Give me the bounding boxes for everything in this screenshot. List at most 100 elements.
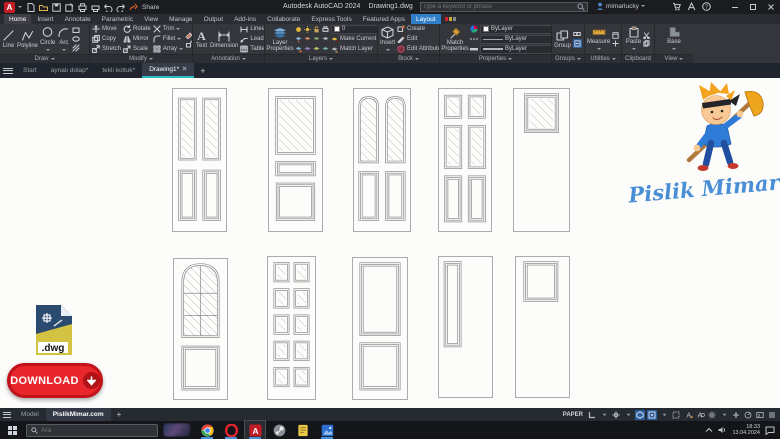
layer-plot-icon[interactable] — [322, 26, 329, 33]
ribbon-tab-parametric[interactable]: Parametric — [97, 14, 138, 24]
file-tab-menu-icon[interactable] — [0, 63, 16, 78]
ribbon-tab-annotate[interactable]: Annotate — [60, 14, 96, 24]
array-button[interactable]: Array — [153, 45, 183, 54]
match-properties-button[interactable]: Match Properties — [442, 26, 468, 52]
layout-menu-icon[interactable] — [0, 412, 14, 418]
polyline-button[interactable]: Polyline — [17, 29, 38, 49]
autocad-logo-icon[interactable]: A — [4, 2, 15, 13]
taskbar-search[interactable] — [26, 424, 158, 437]
cart-icon[interactable] — [672, 2, 681, 11]
mirror-button[interactable]: Mirror — [123, 35, 151, 44]
lineweight-dropdown[interactable]: ByLayer — [480, 45, 551, 54]
help-search-box[interactable] — [420, 2, 588, 12]
panel-name-annotation[interactable]: Annotation — [193, 54, 264, 63]
insert-button[interactable]: Insert — [380, 26, 395, 53]
autocad-icon[interactable]: A — [245, 421, 265, 439]
ribbon-tab-add-ins[interactable]: Add-ins — [229, 14, 261, 24]
chevron-down-icon[interactable] — [177, 38, 181, 42]
notes-icon[interactable] — [293, 421, 313, 439]
help-search-input[interactable] — [423, 4, 575, 10]
panel-name-draw[interactable]: Draw — [0, 54, 89, 63]
opera-icon[interactable] — [221, 421, 241, 439]
quick-calc-icon[interactable] — [612, 32, 619, 39]
scale-button[interactable]: Scale — [123, 45, 151, 54]
table-button[interactable]: Table — [240, 45, 264, 54]
copy-button[interactable]: Copy — [92, 35, 121, 44]
new-layout-button[interactable]: + — [111, 410, 128, 419]
photos-icon[interactable] — [317, 421, 337, 439]
new-file-icon[interactable] — [25, 2, 35, 12]
chevron-down-icon[interactable] — [597, 48, 601, 52]
linetype-dropdown[interactable]: ByLayer — [480, 35, 551, 44]
caret[interactable] — [719, 410, 729, 420]
chevron-down-icon[interactable] — [672, 48, 676, 52]
print-icon[interactable] — [90, 2, 100, 12]
graphics-performance-icon[interactable] — [743, 410, 753, 420]
group-button[interactable]: Group — [554, 30, 571, 49]
ribbon-tab-view[interactable]: View — [139, 14, 163, 24]
ellipse-icon[interactable] — [72, 35, 80, 43]
drawing-canvas[interactable]: Pislik Mimar .dwg DOWNLOAD — [0, 78, 780, 408]
maximize-button[interactable] — [744, 0, 762, 14]
new-drawing-tab-button[interactable]: + — [194, 63, 211, 78]
ribbon-tab-manage[interactable]: Manage — [164, 14, 198, 24]
chevron-down-icon[interactable] — [179, 48, 183, 52]
chevron-down-icon[interactable] — [62, 49, 66, 53]
edit-block-button[interactable]: Edit — [397, 35, 439, 44]
autodesk-account-icon[interactable] — [687, 2, 696, 11]
caret[interactable] — [599, 410, 609, 420]
ungroup-icon[interactable] — [573, 30, 582, 38]
match-layer-button[interactable]: Match Layer — [295, 45, 377, 54]
model-tab[interactable]: Model — [14, 408, 46, 421]
file-tab-tekli-koltuk-[interactable]: tekli koltuk* — [95, 63, 142, 78]
volume-icon[interactable] — [718, 426, 727, 434]
erase-icon[interactable] — [185, 31, 192, 39]
layer-dropdown[interactable]: 0 — [331, 25, 377, 34]
add-icon[interactable] — [731, 410, 741, 420]
help-icon[interactable]: ? — [702, 2, 711, 11]
osnap-icon[interactable] — [647, 410, 657, 420]
ribbon-tab-layout[interactable]: Layout — [411, 14, 441, 24]
layout-tab[interactable]: PislikMimar.com — [46, 408, 111, 421]
download-button[interactable]: DOWNLOAD — [7, 363, 103, 398]
chevron-up-icon[interactable] — [705, 427, 713, 433]
plot-icon[interactable] — [77, 2, 87, 12]
panel-name-layers[interactable]: Layers — [265, 54, 377, 63]
search-icon[interactable] — [577, 3, 585, 11]
caret[interactable] — [623, 410, 633, 420]
taskbar-thumbnail-image[interactable] — [163, 423, 191, 437]
file-tab-start[interactable]: Start — [16, 63, 44, 78]
circle-button[interactable]: Circle — [40, 26, 55, 53]
rotate-button[interactable]: Rotate — [123, 25, 151, 34]
ribbon-extra-icon[interactable] — [445, 14, 457, 24]
layer-properties-button[interactable]: Layer Properties — [267, 27, 293, 52]
edit-attributes-button[interactable]: Edit Attributes — [397, 45, 439, 54]
signed-in-user[interactable]: mimarlucky — [596, 2, 645, 10]
share-label[interactable]: Share — [142, 4, 159, 11]
create-block-button[interactable]: Create — [397, 25, 439, 34]
chevron-down-icon[interactable] — [176, 28, 180, 32]
panel-name-view[interactable]: View — [655, 54, 693, 63]
make-current-button[interactable]: Make Current — [295, 35, 377, 44]
chevron-down-icon[interactable] — [386, 49, 390, 53]
chevron-down-icon[interactable] — [641, 5, 645, 9]
measure-button[interactable]: Measure — [587, 26, 610, 52]
redo-icon[interactable] — [116, 2, 126, 12]
rectangle-icon[interactable] — [72, 26, 80, 34]
line-button[interactable]: Line — [2, 29, 15, 49]
text-button[interactable]: A Text — [195, 29, 208, 49]
save-icon[interactable] — [51, 2, 61, 12]
close-button[interactable] — [762, 0, 780, 14]
ucs-icon[interactable] — [587, 410, 597, 420]
menu-icon[interactable] — [767, 410, 777, 420]
color-dropdown[interactable]: ByLayer — [480, 25, 551, 34]
settings-gear-icon[interactable] — [707, 410, 717, 420]
move-button[interactable]: Move — [92, 25, 121, 34]
leader-button[interactable]: Leader — [240, 35, 264, 44]
arc-button[interactable]: Arc — [57, 26, 70, 53]
panel-name-utilities[interactable]: Utilities — [585, 54, 621, 63]
panel-name-block[interactable]: Block — [378, 54, 439, 63]
caret[interactable] — [659, 410, 669, 420]
selection-cycling-icon[interactable] — [671, 410, 681, 420]
panel-name-properties[interactable]: Properties — [440, 54, 551, 63]
